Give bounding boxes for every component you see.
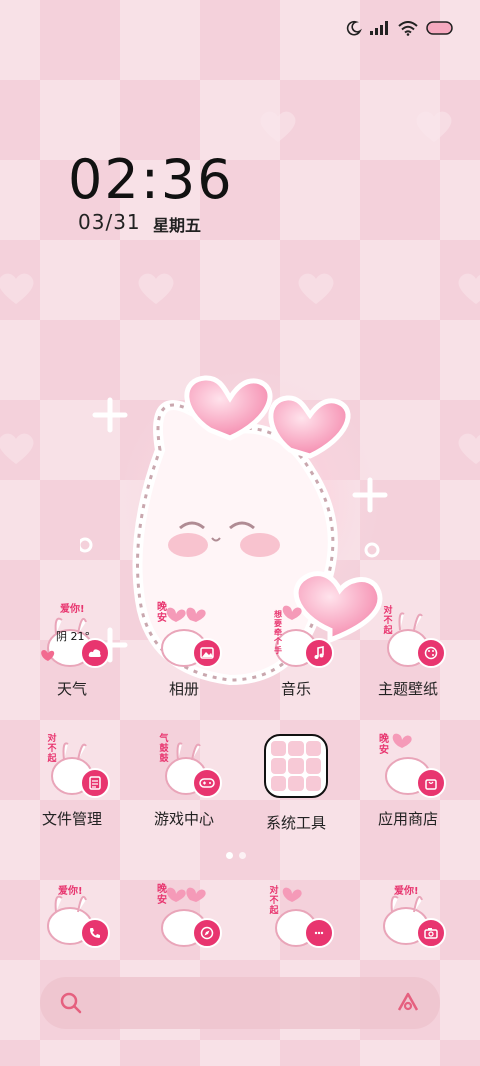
bg-heart-icon	[0, 433, 34, 464]
browser-app-icon[interactable]: 晚安	[148, 880, 222, 952]
camera-app-icon[interactable]: 爱你!	[372, 880, 446, 952]
page-dot	[239, 852, 246, 859]
search-bar[interactable]	[40, 977, 440, 1029]
image-icon	[192, 638, 222, 668]
bg-heart-icon	[260, 111, 296, 142]
folder-grid-icon[interactable]	[260, 734, 332, 806]
document-icon	[80, 768, 110, 798]
dock-phone[interactable]: 爱你!	[26, 880, 118, 952]
clock-time[interactable]: 02:36	[68, 148, 234, 211]
music-note-icon	[304, 638, 334, 668]
assistant-icon[interactable]	[396, 991, 420, 1013]
app-label: 文件管理	[41, 810, 102, 828]
sticker-text: 对不起	[383, 606, 393, 636]
bg-heart-icon	[416, 111, 452, 142]
sticker-text: 想要牵个手	[274, 610, 282, 655]
bg-heart-icon	[0, 273, 34, 304]
app-music[interactable]: 想要牵个手 音乐	[250, 600, 342, 699]
gallery-app-icon[interactable]: 晚安	[148, 600, 222, 672]
dock-camera[interactable]: 爱你!	[362, 880, 454, 952]
app-label: 天气	[56, 680, 87, 698]
app-label: 应用商店	[377, 810, 438, 828]
app-system-tools-folder[interactable]: 系统工具	[250, 730, 342, 833]
gamepad-icon	[192, 768, 222, 798]
messages-app-icon[interactable]: 对不起	[260, 880, 334, 952]
file-manager-app-icon[interactable]: 对不起	[36, 730, 110, 802]
app-file-manager[interactable]: 对不起 文件管理	[26, 730, 118, 829]
clock-date: 03/31	[78, 210, 141, 234]
phone-app-icon[interactable]: 爱你!	[36, 880, 110, 952]
search-icon	[60, 992, 82, 1014]
bg-heart-icon	[458, 433, 480, 464]
page-dot-active	[226, 852, 233, 859]
signal-icon	[370, 21, 388, 35]
app-weather[interactable]: 爱你! 阴 21° 天气	[26, 600, 118, 699]
dock-messages[interactable]: 对不起	[250, 880, 342, 952]
sticker-text: 爱你!	[58, 886, 83, 897]
sticker-text: 晚安	[157, 884, 167, 906]
page-indicator[interactable]	[226, 852, 246, 859]
dock-browser[interactable]: 晚安	[138, 880, 230, 952]
phone-icon	[80, 918, 110, 948]
sticker-text: 爱你!	[394, 886, 419, 897]
battery-icon	[426, 21, 453, 35]
app-label: 系统工具	[265, 814, 326, 832]
sticker-text: 晚安	[157, 602, 167, 624]
bg-heart-icon	[298, 273, 334, 304]
app-gallery[interactable]: 晚安 相册	[138, 600, 230, 699]
themes-app-icon[interactable]: 对不起	[372, 600, 446, 672]
app-game-center[interactable]: 气鼓鼓 游戏中心	[138, 730, 230, 829]
app-label: 相册	[168, 680, 199, 698]
music-app-icon[interactable]: 想要牵个手	[260, 600, 334, 672]
app-store[interactable]: 晚安 应用商店	[362, 730, 454, 829]
bg-heart-icon	[138, 273, 174, 304]
chat-icon	[304, 918, 334, 948]
weather-app-icon[interactable]: 爱你! 阴 21°	[36, 600, 110, 672]
cloud-icon	[80, 638, 110, 668]
sticker-text: 对不起	[47, 734, 57, 764]
clock-weekday: 星期五	[153, 216, 202, 235]
sticker-text: 对不起	[269, 886, 279, 916]
moon-icon	[346, 20, 362, 36]
app-themes[interactable]: 对不起 主题壁纸	[362, 600, 454, 699]
wifi-icon	[398, 20, 418, 36]
status-bar	[346, 20, 454, 36]
bg-heart-icon	[458, 273, 480, 304]
app-label: 游戏中心	[153, 810, 214, 828]
app-label: 音乐	[280, 680, 311, 698]
app-store-app-icon[interactable]: 晚安	[372, 730, 446, 802]
sticker-text: 晚安	[379, 734, 389, 756]
sticker-text: 爱你!	[60, 604, 85, 615]
app-label: 主题壁纸	[377, 680, 438, 698]
palette-icon	[416, 638, 446, 668]
camera-icon	[416, 918, 446, 948]
shopping-bag-icon	[416, 768, 446, 798]
sticker-text: 气鼓鼓	[159, 734, 169, 764]
compass-icon	[192, 918, 222, 948]
game-center-app-icon[interactable]: 气鼓鼓	[148, 730, 222, 802]
